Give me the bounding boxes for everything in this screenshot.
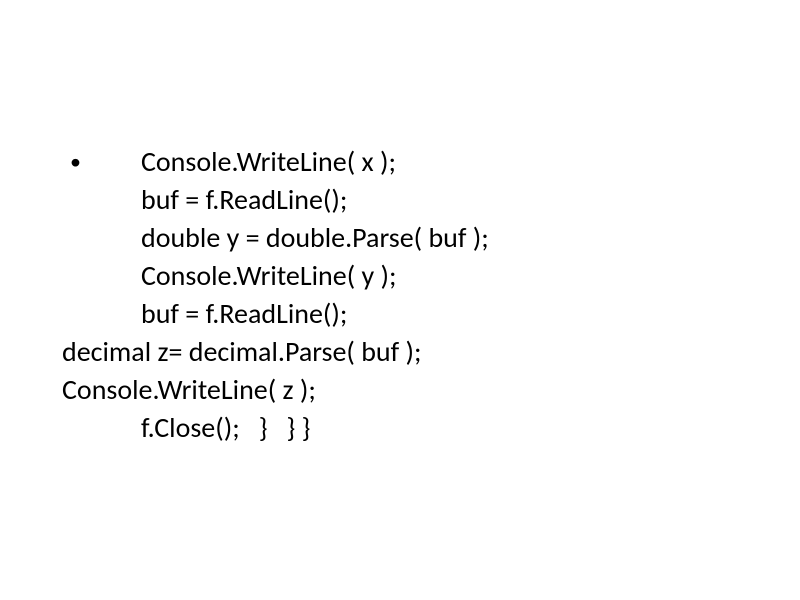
- code-line-7: Console.WriteLine( z );: [62, 371, 489, 409]
- code-line-8: f.Close(); } } }: [122, 409, 489, 447]
- bullet-item: • Console.WriteLine( x ); buf = f.ReadLi…: [60, 143, 489, 447]
- code-block: Console.WriteLine( x ); buf = f.ReadLine…: [122, 143, 489, 447]
- code-line-6: decimal z= decimal.Parse( buf );: [62, 333, 489, 371]
- code-line-2: buf = f.ReadLine();: [122, 181, 489, 219]
- slide-content: • Console.WriteLine( x ); buf = f.ReadLi…: [60, 143, 489, 447]
- code-line-5: buf = f.ReadLine();: [122, 295, 489, 333]
- code-line-4: Console.WriteLine( y );: [122, 257, 489, 295]
- code-line-3: double y = double.Parse( buf );: [122, 219, 489, 257]
- code-line-1: Console.WriteLine( x );: [122, 143, 489, 181]
- bullet-marker: •: [60, 143, 122, 181]
